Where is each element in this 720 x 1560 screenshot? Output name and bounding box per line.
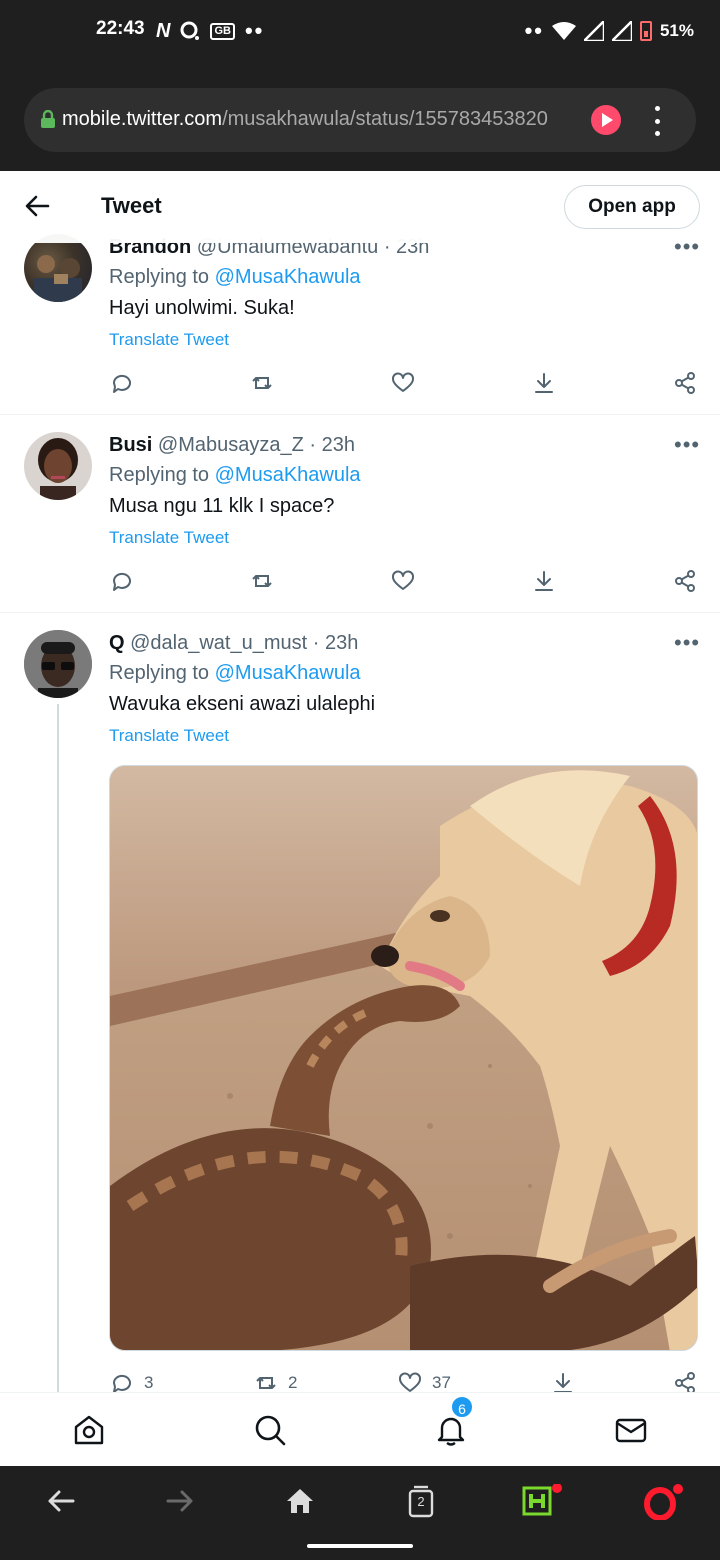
share-icon <box>675 570 695 592</box>
download-button[interactable] <box>532 568 556 594</box>
opera-menu-icon[interactable] <box>642 1484 683 1521</box>
tabs-count: 2 <box>417 1494 425 1509</box>
retweet-button[interactable] <box>250 568 274 594</box>
more-dots-icon: •• <box>524 18 544 43</box>
notifications-badge: 6 <box>450 1395 474 1419</box>
page-title: Tweet <box>101 193 162 218</box>
tweet-photo[interactable] <box>109 765 698 1351</box>
open-app-button[interactable]: Open app <box>564 185 700 229</box>
reply-count: 3 <box>144 1373 154 1392</box>
share-button[interactable] <box>673 370 697 396</box>
translate-tweet-link[interactable]: Translate Tweet <box>109 330 229 350</box>
lock-icon <box>41 110 55 128</box>
battery-icon <box>639 21 652 41</box>
tweet-brandon[interactable]: Brandon @Umalumewabantu · 23h ••• Replyi… <box>0 230 720 414</box>
thread-line <box>57 704 59 1392</box>
replying-to: Replying to @MusaKhawula <box>109 662 361 685</box>
divider <box>0 612 720 613</box>
heart-icon <box>392 372 414 392</box>
download-icon <box>535 373 553 393</box>
mention-link[interactable]: @MusaKhawula <box>215 266 361 288</box>
status-bar: 22:43 N GB •• •• 51% <box>0 0 720 70</box>
twitter-bottom-nav: 6 <box>0 1392 720 1466</box>
gb-icon: GB <box>210 22 235 40</box>
replying-label: Replying to <box>109 266 215 288</box>
home-icon[interactable] <box>72 1413 106 1447</box>
avatar[interactable] <box>24 234 92 302</box>
avatar[interactable] <box>24 630 92 698</box>
tweet-author-line: Q @dala_wat_u_must · 23h <box>109 632 358 655</box>
author-handle[interactable]: @dala_wat_u_must <box>130 632 307 654</box>
mention-link[interactable]: @MusaKhawula <box>215 662 361 684</box>
retweet-button[interactable] <box>250 370 274 396</box>
back-icon[interactable] <box>44 1484 78 1518</box>
more-options-icon[interactable]: ••• <box>674 630 700 656</box>
reply-button[interactable] <box>110 568 134 594</box>
like-button[interactable] <box>391 568 415 594</box>
game-hub-icon[interactable] <box>522 1483 562 1518</box>
more-dots-icon: •• <box>244 18 265 43</box>
system-icons: •• 51% <box>525 18 694 44</box>
more-options-icon[interactable]: ••• <box>674 432 700 458</box>
more-vert-icon[interactable] <box>652 106 662 136</box>
tweet-busi[interactable]: Busi @Mabusayza_Z · 23h ••• Replying to … <box>0 430 720 612</box>
status-time: 22:43 <box>96 18 145 39</box>
replying-to: Replying to @MusaKhawula <box>109 266 361 289</box>
tweet-time: · 23h <box>312 632 359 654</box>
forward-icon[interactable] <box>163 1484 197 1518</box>
retweet-icon <box>252 377 272 389</box>
back-arrow-icon[interactable] <box>24 193 50 219</box>
tweet-text: Wavuka ekseni awazi ulalephi <box>109 693 376 715</box>
url-text[interactable]: mobile.twitter.com/musakhawula/status/15… <box>62 108 572 131</box>
download-button[interactable] <box>532 370 556 396</box>
chat-bubble-icon <box>180 21 200 40</box>
reply-icon <box>112 374 131 393</box>
battery-percent: 51% <box>659 21 694 40</box>
replying-label: Replying to <box>109 464 215 486</box>
like-button[interactable] <box>391 370 415 396</box>
home-icon[interactable] <box>283 1484 317 1518</box>
mention-link[interactable]: @MusaKhawula <box>215 464 361 486</box>
reply-icon <box>112 572 131 591</box>
url-path: /musakhawula/status/155783453820 <box>222 108 548 130</box>
tweet-actions <box>0 568 720 598</box>
url-domain: mobile.twitter.com <box>62 108 223 130</box>
author-name[interactable]: Q <box>109 632 125 654</box>
tabs-button[interactable]: 2 <box>404 1484 438 1518</box>
tweet-author-line: Busi @Mabusayza_Z · 23h <box>109 434 355 457</box>
twitter-header: Tweet Open app <box>0 171 720 243</box>
like-count: 37 <box>432 1373 451 1392</box>
share-button[interactable] <box>673 568 697 594</box>
tweet-text: Musa ngu 11 klk I space? <box>109 495 335 517</box>
replying-label: Replying to <box>109 662 215 684</box>
play-icon[interactable] <box>591 105 621 135</box>
home-indicator[interactable] <box>307 1544 413 1548</box>
search-icon[interactable] <box>253 1413 287 1447</box>
address-bar[interactable]: mobile.twitter.com/musakhawula/status/15… <box>24 88 696 152</box>
translate-tweet-link[interactable]: Translate Tweet <box>109 528 229 548</box>
share-icon <box>675 372 695 394</box>
divider <box>0 414 720 415</box>
wifi-icon <box>551 22 576 40</box>
signal-icon <box>611 21 632 41</box>
mail-icon[interactable] <box>614 1413 648 1447</box>
author-name[interactable]: Busi <box>109 434 152 456</box>
replying-to: Replying to @MusaKhawula <box>109 464 361 487</box>
signal-icon <box>583 21 604 41</box>
retweet-count: 2 <box>288 1373 298 1392</box>
netflix-n-icon: N <box>156 19 171 42</box>
tweet-actions <box>0 370 720 400</box>
download-icon <box>535 571 553 591</box>
reply-button[interactable] <box>110 370 134 396</box>
heart-icon <box>392 570 414 590</box>
retweet-icon <box>252 575 272 587</box>
tweet-text: Hayi unolwimi. Suka! <box>109 297 295 319</box>
notification-icons: N GB •• <box>156 18 264 44</box>
tweet-time: · 23h <box>309 434 355 456</box>
avatar[interactable] <box>24 432 92 500</box>
translate-tweet-link[interactable]: Translate Tweet <box>109 726 229 746</box>
author-handle[interactable]: @Mabusayza_Z <box>158 434 304 456</box>
browser-toolbar: mobile.twitter.com/musakhawula/status/15… <box>0 70 720 171</box>
